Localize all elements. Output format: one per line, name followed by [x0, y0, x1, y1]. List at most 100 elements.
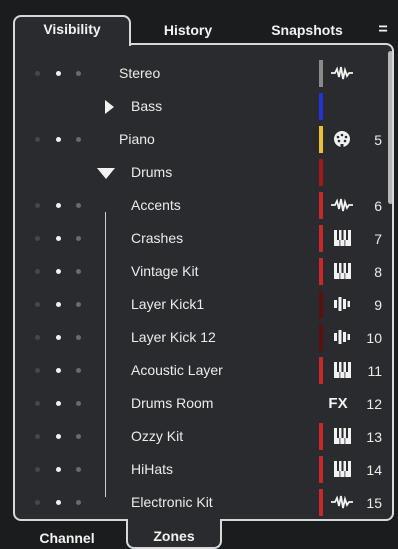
tab-history[interactable]: History — [140, 17, 236, 43]
track-name: Electronic Kit — [131, 494, 213, 510]
track-name: Drums — [131, 164, 173, 180]
visibility-dot[interactable] — [56, 302, 61, 307]
track-name: Crashes — [131, 230, 184, 246]
visibility-dot[interactable] — [35, 137, 40, 142]
track-row[interactable]: Electronic Kit 15 — [15, 486, 392, 519]
track-color-bar — [319, 456, 323, 483]
track-name: Drums Room — [131, 395, 214, 411]
visibility-dot[interactable] — [35, 203, 40, 208]
track-number: 15 — [366, 495, 382, 511]
visibility-dot[interactable] — [56, 236, 61, 241]
visibility-dot[interactable] — [56, 467, 61, 472]
track-row[interactable]: Layer Kick1 9 — [15, 288, 392, 321]
visibility-dot[interactable] — [76, 236, 81, 241]
visibility-dot[interactable] — [35, 269, 40, 274]
track-number: 13 — [366, 429, 382, 445]
visibility-dot[interactable] — [76, 137, 81, 142]
track-color-bar — [319, 159, 323, 186]
audio-waveform-icon — [331, 61, 353, 85]
track-name: Piano — [119, 131, 155, 147]
visibility-dot[interactable] — [35, 335, 40, 340]
track-number: 10 — [366, 330, 382, 346]
track-color-bar — [319, 93, 323, 120]
track-row[interactable]: Crashes 7 — [15, 222, 392, 255]
tab-snapshots[interactable]: Snapshots — [252, 17, 362, 43]
visibility-dot[interactable] — [56, 71, 61, 76]
visibility-dot[interactable] — [76, 401, 81, 406]
visibility-dot[interactable] — [56, 269, 61, 274]
track-name: Vintage Kit — [131, 263, 199, 279]
tab-menu-button[interactable]: = — [370, 17, 396, 43]
visibility-dot[interactable] — [35, 434, 40, 439]
visibility-dot[interactable] — [35, 500, 40, 505]
track-color-bar — [319, 225, 323, 252]
visibility-dot[interactable] — [76, 500, 81, 505]
track-number: 8 — [374, 264, 382, 280]
tab-channel[interactable]: Channel — [13, 522, 121, 549]
midi-connector-icon — [331, 127, 353, 151]
top-tab-bar: Visibility History Snapshots = — [0, 0, 398, 46]
track-row[interactable]: Drums — [15, 156, 392, 189]
track-row[interactable]: Accents 6 — [15, 189, 392, 222]
visibility-dot[interactable] — [35, 467, 40, 472]
track-color-bar — [319, 489, 323, 516]
sampler-icon — [331, 292, 353, 316]
visibility-dot[interactable] — [76, 467, 81, 472]
visibility-dot[interactable] — [56, 401, 61, 406]
visibility-dot[interactable] — [76, 335, 81, 340]
instrument-keys-icon — [331, 259, 353, 283]
visibility-dot[interactable] — [56, 500, 61, 505]
track-name: HiHats — [131, 461, 174, 477]
track-row[interactable]: Stereo — [15, 57, 392, 90]
track-number: 9 — [374, 297, 382, 313]
track-color-bar — [319, 60, 323, 87]
track-color-bar — [319, 126, 323, 153]
visibility-dot[interactable] — [56, 335, 61, 340]
track-number: 14 — [366, 462, 382, 478]
visibility-dot[interactable] — [76, 269, 81, 274]
track-row[interactable]: Piano 5 — [15, 123, 392, 156]
visibility-dot[interactable] — [56, 368, 61, 373]
track-row[interactable]: Ozzy Kit 13 — [15, 420, 392, 453]
visibility-dot[interactable] — [35, 236, 40, 241]
track-row[interactable]: Acoustic Layer 11 — [15, 354, 392, 387]
visibility-dot[interactable] — [76, 203, 81, 208]
track-row[interactable]: Drums Room FX 12 — [15, 387, 392, 420]
visibility-dot[interactable] — [56, 434, 61, 439]
audio-waveform-icon — [331, 490, 353, 514]
track-row[interactable]: Layer Kick 12 10 — [15, 321, 392, 354]
visibility-dot[interactable] — [35, 302, 40, 307]
track-name: Ozzy Kit — [131, 428, 184, 444]
visibility-dot[interactable] — [76, 434, 81, 439]
track-row[interactable]: Vintage Kit 8 — [15, 255, 392, 288]
fx-icon: FX — [327, 391, 349, 415]
track-number: 5 — [374, 132, 382, 148]
visibility-dot[interactable] — [76, 302, 81, 307]
scrollbar-thumb[interactable] — [388, 51, 392, 204]
visibility-dot[interactable] — [35, 368, 40, 373]
track-name: Stereo — [119, 65, 161, 81]
fx-icon-label: FX — [328, 394, 348, 412]
track-name: Acoustic Layer — [131, 362, 223, 378]
folder-expanded-icon[interactable] — [97, 168, 115, 179]
track-number: 6 — [374, 198, 382, 214]
track-number: 11 — [367, 363, 382, 379]
instrument-keys-icon — [331, 457, 353, 481]
track-name: Accents — [131, 197, 181, 213]
visibility-dot[interactable] — [35, 71, 40, 76]
track-name: Bass — [131, 98, 163, 114]
visibility-dot[interactable] — [56, 203, 61, 208]
track-row[interactable]: HiHats 14 — [15, 453, 392, 486]
track-color-bar — [319, 258, 323, 285]
visibility-dot[interactable] — [76, 368, 81, 373]
visibility-dot[interactable] — [76, 71, 81, 76]
visibility-dot[interactable] — [56, 137, 61, 142]
tab-visibility[interactable]: Visibility — [13, 15, 131, 46]
tab-zones[interactable]: Zones — [126, 519, 222, 549]
visibility-dot[interactable] — [35, 401, 40, 406]
track-color-bar — [319, 324, 323, 351]
sampler-icon — [331, 325, 353, 349]
instrument-keys-icon — [331, 424, 353, 448]
folder-collapsed-icon[interactable] — [105, 100, 114, 114]
track-row[interactable]: Bass — [15, 90, 392, 123]
